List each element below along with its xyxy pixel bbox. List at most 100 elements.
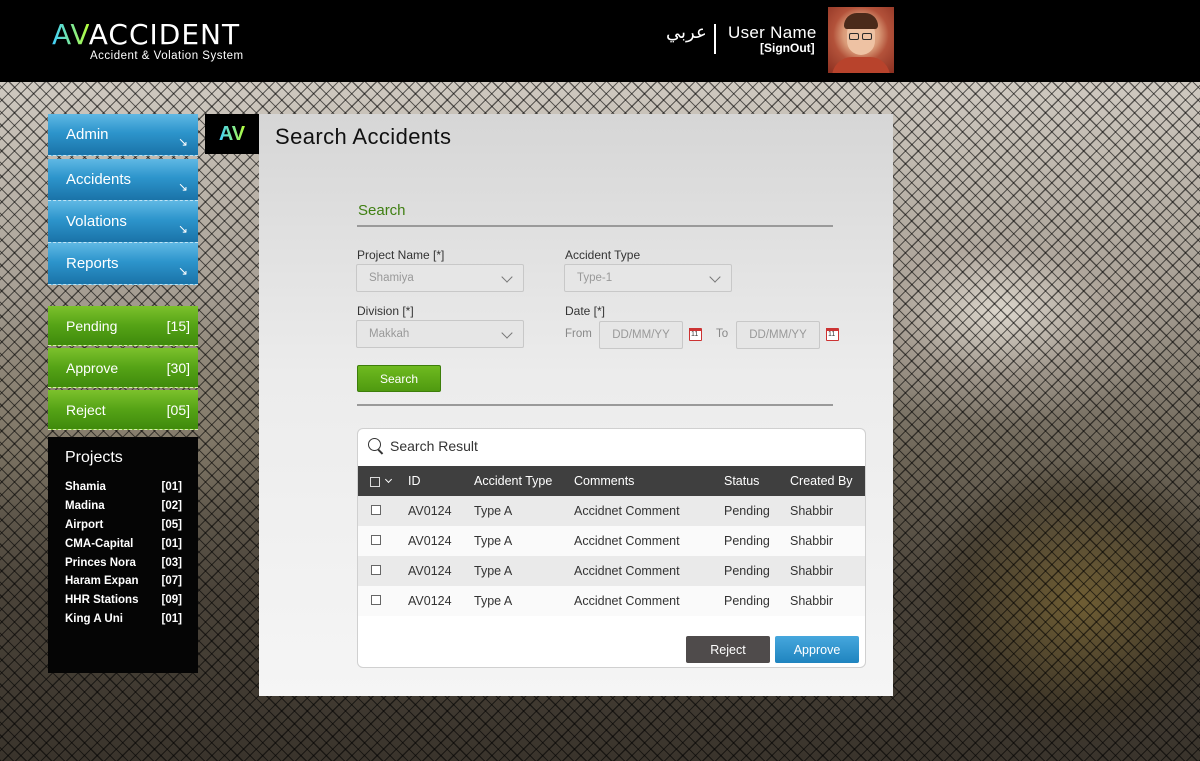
logo-subtitle: Accident & Volation System bbox=[90, 50, 244, 62]
project-name: Princes Nora bbox=[65, 556, 136, 569]
user-name: User Name bbox=[728, 23, 817, 42]
project-name: Madina bbox=[65, 500, 105, 513]
project-item[interactable]: Shamia [01] bbox=[48, 478, 198, 497]
status-filter-pending[interactable]: Pending [15] bbox=[48, 306, 198, 346]
project-item[interactable]: King A Uni [01] bbox=[48, 610, 198, 629]
cell-status: Pending bbox=[724, 496, 790, 526]
status-filter-approve[interactable]: Approve [30] bbox=[48, 348, 198, 388]
arrow-down-right-icon: ↘ bbox=[177, 180, 188, 194]
accident-type-label: Accident Type bbox=[565, 248, 641, 262]
status-filter-label: Approve bbox=[66, 359, 119, 376]
project-item[interactable]: Haram Expan [07] bbox=[48, 572, 198, 591]
row-checkbox[interactable] bbox=[371, 595, 381, 605]
column-header-accident-type[interactable]: Accident Type bbox=[474, 466, 574, 496]
project-name: King A Uni bbox=[65, 612, 123, 625]
reject-button[interactable]: Reject bbox=[686, 636, 770, 663]
sidebar-item-volations[interactable]: Volations ↘ bbox=[48, 201, 198, 243]
sidebar-item-admin[interactable]: Admin ↘ bbox=[48, 114, 198, 156]
projects-panel: Projects Shamia [01] Madina [02] Airport [0… bbox=[48, 437, 198, 673]
search-divider-top bbox=[357, 225, 833, 227]
logo-text: ACCIDENT bbox=[88, 18, 241, 51]
calendar-icon[interactable] bbox=[689, 328, 702, 341]
user-avatar[interactable] bbox=[828, 7, 894, 73]
cell-created-by: Shabbir bbox=[790, 556, 865, 586]
project-item[interactable]: HHR Stations [09] bbox=[48, 591, 198, 610]
cell-comment: Accidnet Comment bbox=[574, 526, 724, 556]
project-name-select[interactable]: Shamiya bbox=[356, 264, 524, 292]
top-header: AVACCIDENT Accident & Volation System عر… bbox=[0, 0, 1200, 82]
table-row[interactable]: AV0124 Type A Accidnet Comment Pending S… bbox=[358, 556, 865, 586]
column-header-comments[interactable]: Comments bbox=[574, 466, 724, 496]
status-filter-reject[interactable]: Reject [05] bbox=[48, 390, 198, 430]
date-from-label: From bbox=[565, 328, 592, 340]
sidebar-item-reports[interactable]: Reports ↘ bbox=[48, 243, 198, 285]
project-count: [09] bbox=[161, 594, 182, 607]
logo-accent: AV bbox=[52, 18, 89, 51]
chevron-down-icon bbox=[384, 475, 393, 484]
status-filter-count: [30] bbox=[166, 359, 190, 376]
project-item[interactable]: Madina [02] bbox=[48, 497, 198, 516]
table-row[interactable]: AV0124 Type A Accidnet Comment Pending S… bbox=[358, 586, 865, 616]
status-filter-label: Pending bbox=[66, 317, 118, 334]
project-count: [07] bbox=[161, 575, 182, 588]
chevron-down-icon bbox=[709, 271, 721, 283]
sidebar-item-accidents[interactable]: Accidents ↘ bbox=[48, 159, 198, 201]
search-result-title: Search Result bbox=[390, 438, 478, 454]
approve-button[interactable]: Approve bbox=[775, 636, 859, 663]
date-from-placeholder: DD/MM/YY bbox=[612, 329, 670, 341]
table-row[interactable]: AV0124 Type A Accidnet Comment Pending S… bbox=[358, 496, 865, 526]
row-checkbox[interactable] bbox=[371, 505, 381, 515]
header-divider bbox=[714, 24, 716, 54]
project-name: HHR Stations bbox=[65, 594, 139, 607]
chevron-down-icon bbox=[501, 271, 513, 283]
division-select[interactable]: Makkah bbox=[356, 320, 524, 348]
column-header-id[interactable]: ID bbox=[408, 466, 474, 496]
division-value: Makkah bbox=[369, 328, 410, 340]
cell-comment: Accidnet Comment bbox=[574, 556, 724, 586]
sidebar-item-label: Volations bbox=[66, 213, 127, 230]
search-heading: Search bbox=[358, 202, 406, 219]
search-result-heading: Search Result bbox=[368, 438, 478, 454]
sign-out-link[interactable]: [SignOut] bbox=[760, 41, 815, 55]
date-to-label: To bbox=[716, 328, 729, 340]
cell-type: Type A bbox=[474, 556, 574, 586]
app-logo[interactable]: AVACCIDENT bbox=[52, 20, 240, 50]
cell-comment: Accidnet Comment bbox=[574, 586, 724, 616]
cell-type: Type A bbox=[474, 586, 574, 616]
cell-status: Pending bbox=[724, 586, 790, 616]
sidebar-item-label: Reports bbox=[66, 255, 119, 272]
project-name: Haram Expan bbox=[65, 575, 139, 588]
project-item[interactable]: CMA-Capital [01] bbox=[48, 534, 198, 553]
select-all-checkbox[interactable] bbox=[358, 466, 408, 496]
cell-created-by: Shabbir bbox=[790, 526, 865, 556]
project-item[interactable]: Airport [05] bbox=[48, 516, 198, 535]
date-from-input[interactable]: DD/MM/YY bbox=[599, 321, 683, 349]
cell-status: Pending bbox=[724, 556, 790, 586]
project-item[interactable]: Princes Nora [03] bbox=[48, 553, 198, 572]
cell-id: AV0124 bbox=[408, 496, 474, 526]
project-name-value: Shamiya bbox=[369, 272, 414, 284]
row-checkbox[interactable] bbox=[371, 565, 381, 575]
row-checkbox[interactable] bbox=[371, 535, 381, 545]
search-button[interactable]: Search bbox=[357, 365, 441, 392]
project-count: [03] bbox=[161, 556, 182, 569]
cell-created-by: Shabbir bbox=[790, 496, 865, 526]
language-toggle-link[interactable]: عربي bbox=[666, 22, 707, 43]
cell-status: Pending bbox=[724, 526, 790, 556]
column-header-status[interactable]: Status bbox=[724, 466, 790, 496]
calendar-icon[interactable] bbox=[826, 328, 839, 341]
results-table: ID Accident Type Comments Status Created… bbox=[358, 466, 865, 616]
date-to-input[interactable]: DD/MM/YY bbox=[736, 321, 820, 349]
arrow-down-right-icon: ↘ bbox=[177, 135, 188, 149]
accident-type-select[interactable]: Type-1 bbox=[564, 264, 732, 292]
project-name: Shamia bbox=[65, 481, 106, 494]
column-header-created-by[interactable]: Created By bbox=[790, 466, 865, 496]
search-divider-bottom bbox=[357, 404, 833, 406]
cell-id: AV0124 bbox=[408, 526, 474, 556]
status-filter-label: Reject bbox=[66, 401, 106, 418]
status-filter-count: [15] bbox=[166, 317, 190, 334]
table-row[interactable]: AV0124 Type A Accidnet Comment Pending S… bbox=[358, 526, 865, 556]
date-to-placeholder: DD/MM/YY bbox=[749, 329, 807, 341]
sidebar-item-label: Accidents bbox=[66, 171, 132, 188]
status-filter-count: [05] bbox=[166, 401, 190, 418]
